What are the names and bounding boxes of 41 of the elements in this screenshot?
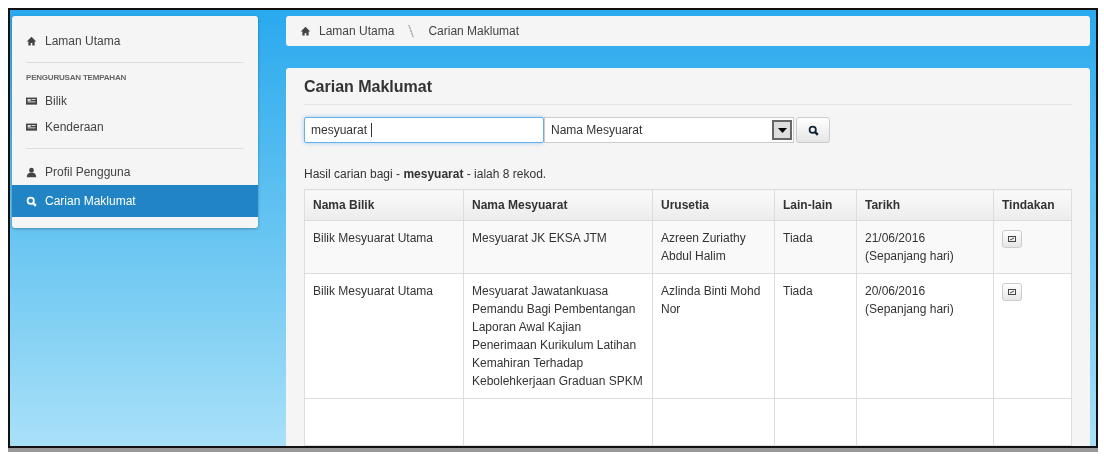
column-header: Lain-lain <box>774 189 857 221</box>
table-cell: Mesyuarat Jawatankuasa Pemandu Bagi Pembentangan Laporan Awal Kajian Penerimaan Kurikulum Latihan Kemahiran Terhadap Kebolehkerjaan Graduan SPKM <box>463 273 653 399</box>
column-header: Nama Bilik <box>304 189 464 221</box>
column-header: Tindakan <box>993 189 1072 221</box>
table-cell: 21/06/2016 (Sepanjang hari) <box>856 220 994 274</box>
table-cell: Tiada <box>774 273 857 399</box>
breadcrumb-item[interactable]: Laman Utama <box>300 24 395 38</box>
table-cell: 20/06/2016 (Sepanjang hari) <box>856 273 994 399</box>
table-cell: Bilik Mesyuarat Utama <box>304 273 464 399</box>
table-cell: Bilik Mesyuarat Utama <box>304 220 464 274</box>
table-cell: Mesyuarat JK EKSA JTM <box>463 220 653 274</box>
sidebar-item[interactable]: Laman Utama <box>12 28 258 54</box>
section-heading: PENGURUSAN TEMPAHAN <box>25 73 128 84</box>
search-button[interactable] <box>796 117 830 143</box>
category-dropdown[interactable]: Nama Mesyuarat <box>544 117 794 143</box>
edit-button[interactable] <box>1002 283 1022 301</box>
sidebar-item[interactable]: Profil Pengguna <box>12 159 258 185</box>
user-icon <box>26 166 37 178</box>
sidebar-item[interactable]: Bilik <box>12 88 258 114</box>
card-icon <box>26 95 37 107</box>
table-cell: Azreen Zuriathy Abdul Halim <box>652 220 775 274</box>
card-icon <box>26 121 37 133</box>
panel-title: Carian Maklumat <box>304 76 1072 105</box>
edit-icon <box>1008 236 1016 242</box>
table-cell: Tiada <box>774 220 857 274</box>
caret-icon <box>777 127 787 133</box>
sidebar-item[interactable]: Kenderaan <box>12 114 258 140</box>
table-cell: Azlinda Binti Mohd Nor <box>652 273 775 399</box>
edit-button[interactable] <box>1002 230 1022 248</box>
result-text: Hasil carian bagi - mesyuarat - ialah 8 rekod. <box>304 167 548 181</box>
column-header: Urusetia <box>652 189 775 221</box>
edit-icon <box>1008 289 1016 295</box>
search-field[interactable]: mesyuarat <box>304 117 544 143</box>
sidebar-item[interactable]: Carian Maklumat <box>12 185 258 217</box>
home-icon <box>300 25 311 37</box>
column-header: Nama Mesyuarat <box>463 189 653 221</box>
column-header: Tarikh <box>856 189 994 221</box>
search-icon <box>26 195 37 207</box>
home-icon <box>26 35 37 47</box>
search-icon <box>807 124 819 136</box>
breadcrumb-item: Carian Maklumat <box>428 24 520 38</box>
